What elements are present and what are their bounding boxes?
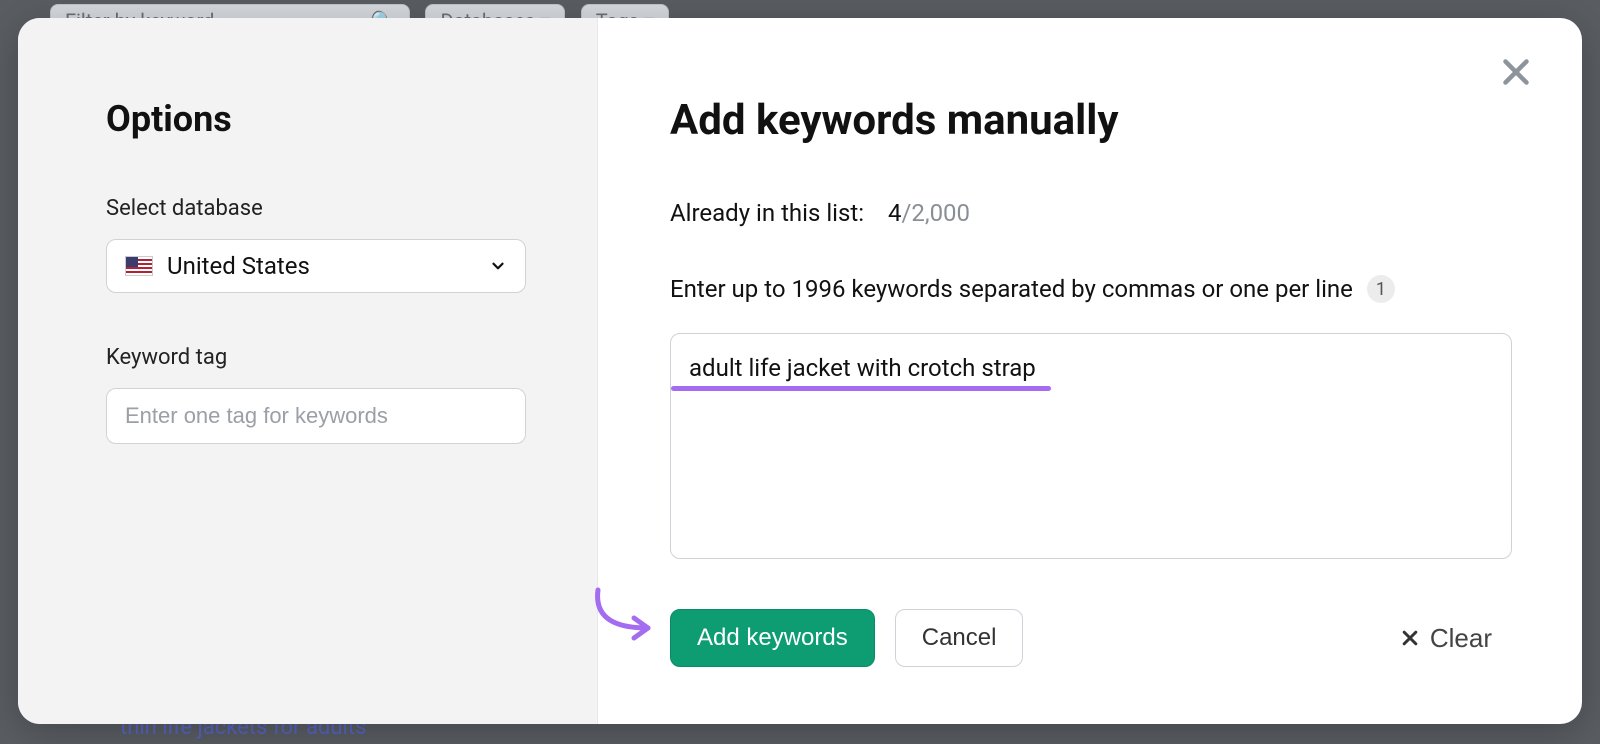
already-in-list-row: Already in this list: 4/2,000 xyxy=(670,199,1512,227)
modal-actions: Add keywords Cancel Clear xyxy=(670,609,1512,667)
add-keywords-button[interactable]: Add keywords xyxy=(670,609,875,667)
clear-button[interactable]: Clear xyxy=(1400,623,1492,654)
database-value: United States xyxy=(167,252,310,280)
cancel-button[interactable]: Cancel xyxy=(895,609,1024,667)
main-panel: Add keywords manually Already in this li… xyxy=(598,18,1582,724)
add-keywords-modal: Options Select database United States Ke… xyxy=(18,18,1582,724)
annotation-arrow xyxy=(590,584,670,648)
keywords-textarea[interactable] xyxy=(670,333,1512,559)
enter-label: Enter up to 1996 keywords separated by c… xyxy=(670,275,1353,303)
already-sep: / xyxy=(901,199,911,227)
keyword-tag-input[interactable] xyxy=(106,388,526,444)
already-current: 4 xyxy=(888,199,902,227)
options-title: Options xyxy=(106,98,527,140)
chevron-down-icon xyxy=(489,257,507,275)
already-label: Already in this list: xyxy=(670,199,864,227)
database-label: Select database xyxy=(106,196,527,221)
modal-title: Add keywords manually xyxy=(670,96,1512,145)
close-icon xyxy=(1400,628,1420,648)
annotation-underline xyxy=(671,386,1051,391)
close-icon xyxy=(1498,54,1534,90)
options-panel: Options Select database United States Ke… xyxy=(18,18,598,724)
database-select[interactable]: United States xyxy=(106,239,526,293)
keyword-tag-label: Keyword tag xyxy=(106,345,527,370)
already-total: 2,000 xyxy=(911,199,970,227)
clear-label: Clear xyxy=(1430,623,1492,654)
close-button[interactable] xyxy=(1496,52,1536,92)
entered-count-badge: 1 xyxy=(1367,275,1395,303)
us-flag-icon xyxy=(125,256,153,276)
enter-instruction-row: Enter up to 1996 keywords separated by c… xyxy=(670,275,1512,303)
